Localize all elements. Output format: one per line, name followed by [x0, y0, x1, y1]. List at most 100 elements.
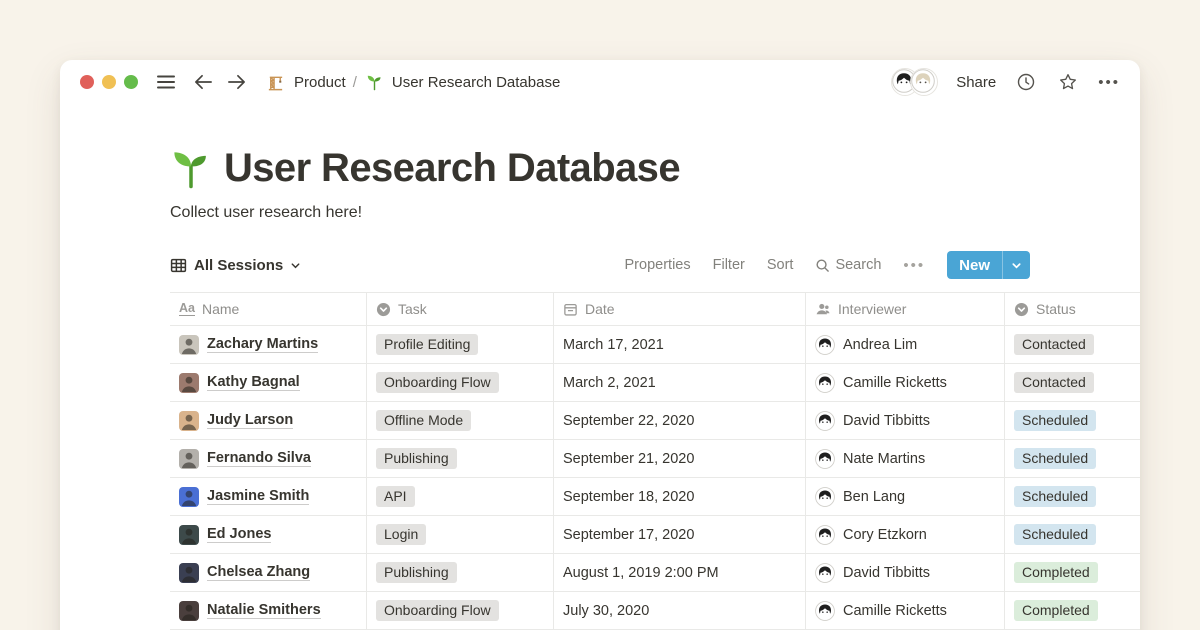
forward-arrow-icon[interactable] [225, 72, 248, 92]
seedling-emoji-icon [364, 72, 385, 93]
interviewer-avatar [815, 335, 835, 355]
status-cell[interactable]: Scheduled [1005, 440, 1140, 477]
new-button-dropdown[interactable] [1002, 251, 1030, 279]
interviewer-cell[interactable]: Andrea Lim [806, 326, 1005, 363]
interviewer-cell[interactable]: David Tibbitts [806, 554, 1005, 591]
breadcrumb-parent[interactable]: Product [294, 74, 346, 91]
task-tag: Publishing [376, 448, 457, 469]
view-more-options-icon[interactable]: ••• [903, 258, 925, 273]
name-cell[interactable]: Fernando Silva [170, 440, 367, 477]
sort-button[interactable]: Sort [767, 257, 794, 273]
collaborator-avatars [891, 68, 938, 96]
table-row[interactable]: Judy Larson Offline Mode September 22, 2… [170, 402, 1140, 440]
name-cell[interactable]: Zachary Martins [170, 326, 367, 363]
status-cell[interactable]: Contacted [1005, 326, 1140, 363]
status-cell[interactable]: Contacted [1005, 364, 1140, 401]
select-type-icon [1014, 302, 1029, 317]
date-cell[interactable]: September 18, 2020 [554, 478, 806, 515]
status-cell[interactable]: Scheduled [1005, 402, 1140, 439]
date-cell[interactable]: September 22, 2020 [554, 402, 806, 439]
task-cell[interactable]: Login [367, 516, 554, 553]
date-cell[interactable]: September 21, 2020 [554, 440, 806, 477]
interviewer-cell[interactable]: Cory Etzkorn [806, 516, 1005, 553]
date-cell[interactable]: March 2, 2021 [554, 364, 806, 401]
new-button[interactable]: New [947, 251, 1002, 279]
search-button[interactable]: Search [815, 257, 881, 273]
interviewer-cell[interactable]: Camille Ricketts [806, 592, 1005, 629]
column-header-interviewer[interactable]: Interviewer [806, 293, 1005, 325]
table-row[interactable]: Kathy Bagnal Onboarding Flow March 2, 20… [170, 364, 1140, 402]
interviewer-cell[interactable]: Nate Martins [806, 440, 1005, 477]
breadcrumb-current[interactable]: User Research Database [392, 74, 560, 91]
name-cell[interactable]: Kathy Bagnal [170, 364, 367, 401]
table-row[interactable]: Fernando Silva Publishing September 21, … [170, 440, 1140, 478]
page-icon-seedling[interactable] [170, 148, 212, 190]
table-row[interactable]: Ed Jones Login September 17, 2020 Cory E… [170, 516, 1140, 554]
share-button[interactable]: Share [956, 74, 996, 91]
interviewer-cell[interactable]: Camille Ricketts [806, 364, 1005, 401]
interviewer-cell[interactable]: Ben Lang [806, 478, 1005, 515]
table-row[interactable]: Jasmine Smith API September 18, 2020 Ben… [170, 478, 1140, 516]
maximize-window-button[interactable] [124, 75, 138, 89]
status-badge: Scheduled [1014, 524, 1096, 545]
clock-history-icon[interactable] [1014, 70, 1038, 94]
close-window-button[interactable] [80, 75, 94, 89]
date-cell[interactable]: August 1, 2019 2:00 PM [554, 554, 806, 591]
task-cell[interactable]: API [367, 478, 554, 515]
column-header-task[interactable]: Task [367, 293, 554, 325]
filter-button[interactable]: Filter [713, 257, 745, 273]
status-cell[interactable]: Completed [1005, 554, 1140, 591]
page-link[interactable]: Jasmine Smith [207, 488, 309, 505]
search-icon [815, 258, 830, 273]
table-body: Zachary Martins Profile Editing March 17… [170, 326, 1140, 630]
page-link[interactable]: Kathy Bagnal [207, 374, 300, 391]
interviewer-name: David Tibbitts [843, 413, 930, 429]
date-cell[interactable]: July 30, 2020 [554, 592, 806, 629]
page-link[interactable]: Ed Jones [207, 526, 271, 543]
minimize-window-button[interactable] [102, 75, 116, 89]
task-cell[interactable]: Offline Mode [367, 402, 554, 439]
date-value: March 17, 2021 [563, 337, 664, 353]
interviewer-name: Cory Etzkorn [843, 527, 927, 543]
table-row[interactable]: Natalie Smithers Onboarding Flow July 30… [170, 592, 1140, 630]
page-link[interactable]: Chelsea Zhang [207, 564, 310, 581]
page-link[interactable]: Zachary Martins [207, 336, 318, 353]
interviewer-avatar [815, 563, 835, 583]
column-header-date[interactable]: Date [554, 293, 806, 325]
person-photo-avatar [179, 563, 199, 583]
back-arrow-icon[interactable] [192, 72, 215, 92]
person-photo-avatar [179, 525, 199, 545]
name-cell[interactable]: Natalie Smithers [170, 592, 367, 629]
status-cell[interactable]: Scheduled [1005, 516, 1140, 553]
status-cell[interactable]: Completed [1005, 592, 1140, 629]
page-link[interactable]: Judy Larson [207, 412, 293, 429]
task-cell[interactable]: Onboarding Flow [367, 592, 554, 629]
interviewer-name: Ben Lang [843, 489, 905, 505]
status-cell[interactable]: Scheduled [1005, 478, 1140, 515]
page-link[interactable]: Fernando Silva [207, 450, 311, 467]
task-cell[interactable]: Onboarding Flow [367, 364, 554, 401]
page-link[interactable]: Natalie Smithers [207, 602, 321, 619]
name-cell[interactable]: Judy Larson [170, 402, 367, 439]
task-cell[interactable]: Profile Editing [367, 326, 554, 363]
task-cell[interactable]: Publishing [367, 440, 554, 477]
view-tab-all-sessions[interactable]: All Sessions [170, 257, 301, 274]
person-photo-avatar [179, 487, 199, 507]
column-header-status[interactable]: Status [1005, 293, 1140, 325]
properties-button[interactable]: Properties [625, 257, 691, 273]
date-cell[interactable]: September 17, 2020 [554, 516, 806, 553]
date-cell[interactable]: March 17, 2021 [554, 326, 806, 363]
task-tag: API [376, 486, 415, 507]
table-row[interactable]: Chelsea Zhang Publishing August 1, 2019 … [170, 554, 1140, 592]
task-cell[interactable]: Publishing [367, 554, 554, 591]
table-row[interactable]: Zachary Martins Profile Editing March 17… [170, 326, 1140, 364]
name-cell[interactable]: Ed Jones [170, 516, 367, 553]
star-favorite-icon[interactable] [1056, 70, 1080, 94]
sidebar-menu-icon[interactable] [154, 72, 178, 92]
calendar-icon [563, 302, 578, 317]
name-cell[interactable]: Chelsea Zhang [170, 554, 367, 591]
more-options-icon[interactable]: ••• [1098, 75, 1120, 90]
name-cell[interactable]: Jasmine Smith [170, 478, 367, 515]
column-header-name[interactable]: Aa Name [170, 293, 367, 325]
interviewer-cell[interactable]: David Tibbitts [806, 402, 1005, 439]
